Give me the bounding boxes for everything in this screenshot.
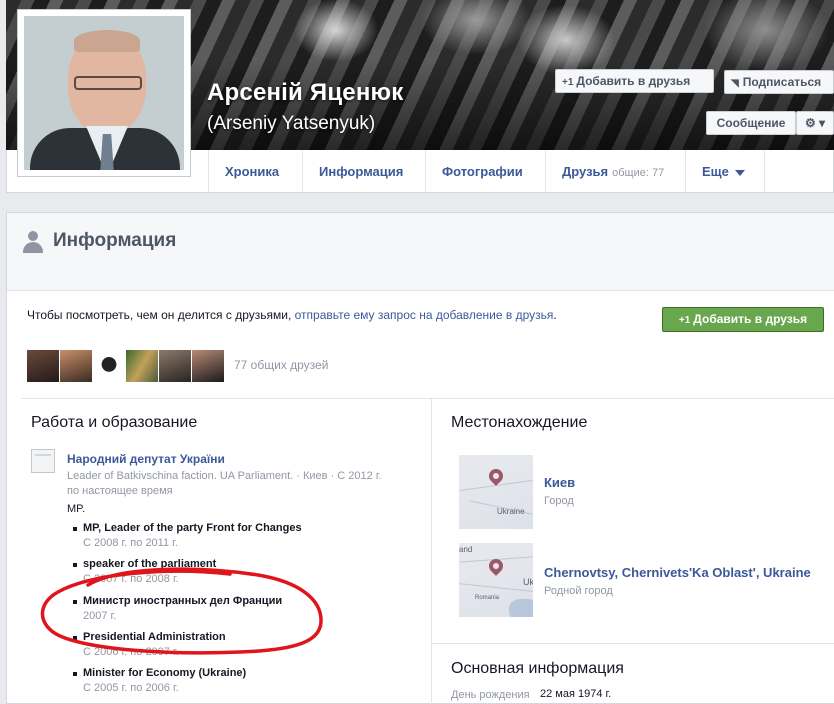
tab-photos[interactable]: Фотографии xyxy=(425,150,545,193)
position-item: Presidential Administration С 2006 г. по… xyxy=(73,631,413,658)
position-title: Министр иностранных дел Франции xyxy=(73,595,413,607)
add-friend-icon: +1 xyxy=(562,77,574,88)
subscribe-label: Подписаться xyxy=(742,75,822,89)
divider xyxy=(432,398,834,399)
friend-thumb[interactable] xyxy=(192,350,224,382)
request-text: Чтобы посмотреть, чем он делится с друзь… xyxy=(27,308,295,322)
add-friend-label: Добавить в друзья xyxy=(576,74,691,88)
map-label: Uk xyxy=(523,577,533,587)
position-dates: С 2005 г. по 2006 г. xyxy=(83,682,179,694)
map-thumbnail[interactable]: Ukraine xyxy=(459,455,533,529)
briefcase-icon xyxy=(31,449,55,473)
birthday-value: 22 мая 1974 г. xyxy=(540,688,612,700)
position-dates: 2007 г. xyxy=(83,610,117,622)
profile-picture[interactable] xyxy=(17,9,191,177)
position-title: MP, Leader of the party Front for Change… xyxy=(73,522,413,534)
mutual-count: общие: 77 xyxy=(612,167,665,179)
map-label: Ukraine xyxy=(497,507,525,516)
location-type: Город xyxy=(544,495,574,507)
column-divider xyxy=(431,398,432,704)
message-button[interactable]: Сообщение xyxy=(706,111,796,135)
tab-more-label: Еще xyxy=(702,164,729,179)
add-friend-green-icon: +1 xyxy=(678,315,691,326)
rss-icon: ◥ xyxy=(731,78,739,89)
chevron-down-icon xyxy=(734,169,745,176)
tab-friends-label: Друзья xyxy=(562,164,609,179)
friend-thumb[interactable] xyxy=(27,350,59,382)
friend-thumb[interactable] xyxy=(93,350,125,382)
location-section-title: Местонахождение xyxy=(451,414,588,431)
divider xyxy=(21,398,431,399)
position-dates: С 2008 г. по 2011 г. xyxy=(83,537,178,549)
tab-friends[interactable]: Друзья общие: 77 xyxy=(545,150,685,193)
add-friend-green-button[interactable]: +1 Добавить в друзья xyxy=(662,307,824,332)
mutual-friends-count[interactable]: 77 общих друзей xyxy=(234,358,328,372)
subscribe-button[interactable]: ◥ Подписаться xyxy=(724,70,834,94)
map-thumbnail[interactable]: and Uk Romania xyxy=(459,543,533,617)
friend-thumb[interactable] xyxy=(60,350,92,382)
request-end: . xyxy=(553,308,557,322)
work-section-title: Работа и образование xyxy=(31,414,198,431)
tab-more[interactable]: Еще xyxy=(685,150,765,193)
position-dates: С 2007 г. по 2008 г. xyxy=(83,573,179,585)
location-name-link[interactable]: Chernovtsy, Chernivets'Ka Oblast', Ukrai… xyxy=(544,565,811,580)
friend-thumb[interactable] xyxy=(159,350,191,382)
basic-info-title: Основная информация xyxy=(451,660,624,677)
add-friend-green-label: Добавить в друзья xyxy=(693,312,808,326)
position-item: Minister for Economy (Ukraine) С 2005 г.… xyxy=(73,667,413,694)
job-role: MP. xyxy=(67,503,86,515)
profile-photo xyxy=(24,16,184,170)
job-title-link[interactable]: Народний депутат України xyxy=(67,452,225,466)
location-type: Родной город xyxy=(544,585,613,597)
map-label: Romania xyxy=(475,595,500,601)
profile-name[interactable]: Арсеній Яценюк xyxy=(207,79,403,107)
friend-request-text: Чтобы посмотреть, чем он делится с друзь… xyxy=(27,307,567,324)
info-header: Информация xyxy=(7,213,834,291)
position-title: speaker of the parliament xyxy=(73,558,413,570)
info-card: Информация Чтобы посмотреть, чем он дели… xyxy=(6,212,834,704)
tab-chronicle[interactable]: Хроника xyxy=(208,150,302,193)
position-item: MP, Leader of the party Front for Change… xyxy=(73,522,413,549)
birthday-label: День рождения xyxy=(451,689,530,701)
friend-thumb[interactable] xyxy=(126,350,158,382)
request-link[interactable]: отправьте ему запрос на добавление в дру… xyxy=(295,308,554,322)
position-item: speaker of the parliament С 2007 г. по 2… xyxy=(73,558,413,585)
job-description: Leader of Batkivschina faction. UA Parli… xyxy=(67,470,382,497)
user-icon xyxy=(23,231,43,253)
profile-alt-name: (Arseniy Yatsenyuk) xyxy=(207,113,376,134)
gear-icon[interactable]: ⚙ ▾ xyxy=(796,111,834,135)
position-title: Presidential Administration xyxy=(73,631,413,643)
divider xyxy=(432,643,834,644)
map-label: and xyxy=(459,545,473,554)
page-title: Информация xyxy=(53,230,177,251)
position-dates: С 2006 г. по 2007 г. xyxy=(83,646,179,658)
add-friend-button[interactable]: +1 Добавить в друзья xyxy=(555,69,714,93)
tab-info[interactable]: Информация xyxy=(302,150,425,193)
position-title: Minister for Economy (Ukraine) xyxy=(73,667,413,679)
location-name-link[interactable]: Киев xyxy=(544,475,575,490)
position-item: Министр иностранных дел Франции 2007 г. xyxy=(73,595,413,622)
